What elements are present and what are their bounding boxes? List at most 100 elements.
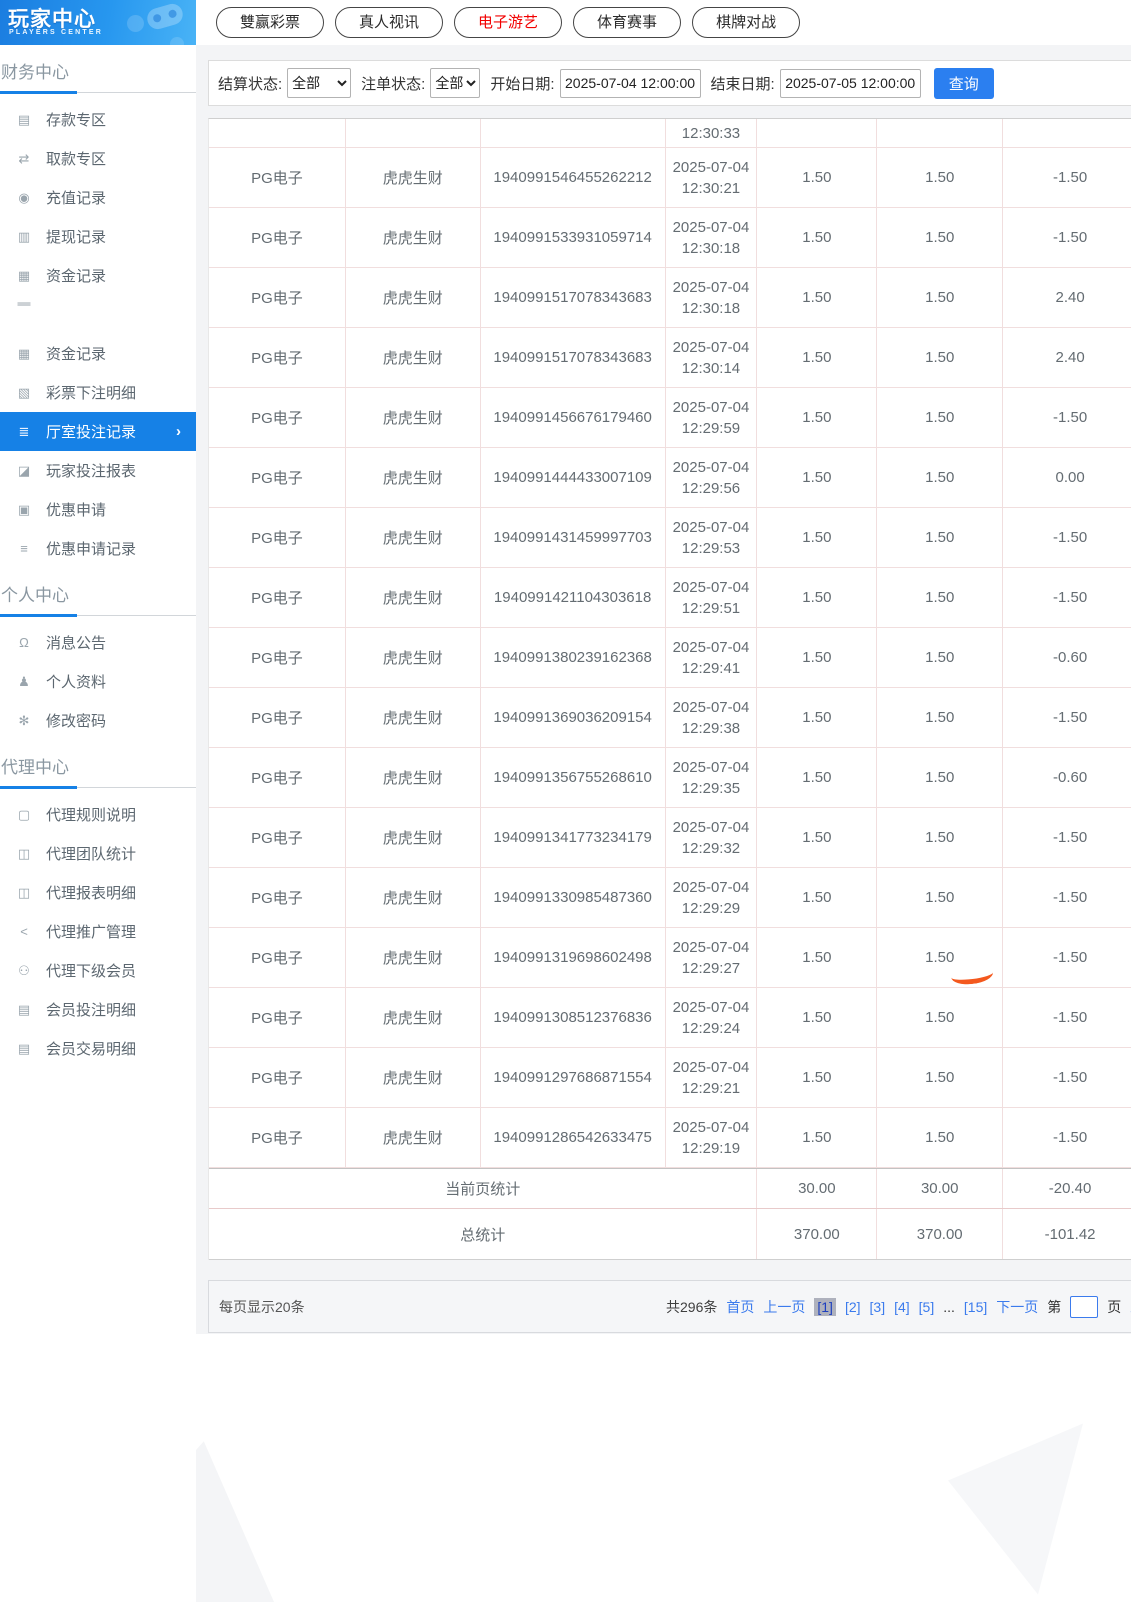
- cell-order-id: 1940991456676179460: [481, 388, 666, 447]
- cell-datetime: 2025-07-04 12:29:38: [666, 688, 758, 747]
- sidebar-item-withdraw-record[interactable]: ▥ 提现记录: [0, 217, 196, 256]
- prev-page-link[interactable]: 上一页: [763, 1297, 805, 1317]
- cell-order-id: 1940991319698602498: [481, 928, 666, 987]
- cell-valid-bet: [877, 119, 1003, 147]
- current-page-indicator[interactable]: [1]: [814, 1298, 836, 1316]
- order-status-label: 注单状态:: [361, 73, 425, 94]
- first-page-link[interactable]: 首页: [726, 1297, 754, 1317]
- cell-bet-amount: 1.50: [757, 268, 877, 327]
- sidebar-item-funds-record-2[interactable]: ▦ 资金记录: [0, 334, 196, 373]
- cell-date-line: 2025-07-04: [673, 517, 750, 538]
- sidebar-item-withdraw-zone[interactable]: ⇄ 取款专区: [0, 139, 196, 178]
- cell-datetime: 12:30:33: [666, 119, 758, 147]
- page-jump-input[interactable]: [1070, 1296, 1098, 1318]
- table-row: PG电子 虎虎生财 1940991330985487360 2025-07-04…: [209, 868, 1131, 928]
- sidebar-item-recharge-record[interactable]: ◉ 充值记录: [0, 178, 196, 217]
- cell-valid-bet: 1.50: [877, 148, 1003, 207]
- cell-date-line: 2025-07-04: [673, 397, 750, 418]
- cell-bet-amount: 1.50: [757, 808, 877, 867]
- page-links: [2] [3] [4] [5]: [845, 1299, 934, 1315]
- cell-provider: PG电子: [209, 208, 346, 267]
- settle-status-select[interactable]: 全部: [287, 68, 351, 98]
- sidebar-item-agent-sub-members[interactable]: ⚇ 代理下级会员: [0, 951, 196, 990]
- cell-valid-bet: 1.50: [877, 1048, 1003, 1107]
- sidebar-item-deposit-zone[interactable]: ▤ 存款专区: [0, 100, 196, 139]
- sidebar-item-member-trade-detail[interactable]: ▤ 会员交易明细: [0, 1029, 196, 1068]
- cell-provider: PG电子: [209, 388, 346, 447]
- cell-game: 虎虎生财: [346, 508, 481, 567]
- total-count-label: 共296条: [666, 1297, 717, 1317]
- next-page-link[interactable]: 下一页: [996, 1297, 1038, 1317]
- cell-provider: PG电子: [209, 748, 346, 807]
- cell-time-line: 12:29:56: [682, 478, 740, 499]
- share-icon: <: [15, 924, 33, 939]
- page-link-page-2[interactable]: [2]: [845, 1299, 861, 1315]
- page-link-page-3[interactable]: [3]: [870, 1299, 886, 1315]
- search-button[interactable]: 查询: [934, 68, 994, 99]
- cell-winloss: -1.50: [1003, 508, 1131, 567]
- table-row: PG电子 虎虎生财 1940991380239162368 2025-07-04…: [209, 628, 1131, 688]
- per-page-label: 每页显示20条: [219, 1297, 305, 1317]
- sidebar-item-personal-profile[interactable]: ♟ 个人资料: [0, 662, 196, 701]
- sidebar-item-promo-apply-record[interactable]: ≡ 优惠申请记录: [0, 529, 196, 568]
- cell-game: 虎虎生财: [346, 748, 481, 807]
- sidebar-item-label: 消息公告: [46, 632, 106, 653]
- sidebar-item-lottery-bet-detail[interactable]: ▧ 彩票下注明细: [0, 373, 196, 412]
- tab-electronic-games[interactable]: 电子游艺: [454, 7, 562, 38]
- page-link-page-4[interactable]: [4]: [894, 1299, 910, 1315]
- cell-order-id: 1940991286542633475: [481, 1108, 666, 1167]
- cell-provider: PG电子: [209, 148, 346, 207]
- cell-game: 虎虎生财: [346, 868, 481, 927]
- cell-bet-amount: 1.50: [757, 928, 877, 987]
- tab-label: 电子游艺: [478, 14, 538, 31]
- table-row: PG电子 虎虎生财 1940991444433007109 2025-07-04…: [209, 448, 1131, 508]
- cell-winloss: 0.00: [1003, 448, 1131, 507]
- start-date-label: 开始日期:: [490, 73, 554, 94]
- sidebar-item-player-bet-report[interactable]: ◪ 玩家投注报表: [0, 451, 196, 490]
- cell-order-id: 1940991330985487360: [481, 868, 666, 927]
- sidebar-item-partial-item[interactable]: ▬: [0, 295, 196, 307]
- tab-label: 真人视讯: [359, 14, 419, 31]
- cell-order-id: 1940991297686871554: [481, 1048, 666, 1107]
- cell-date-line: 2025-07-04: [673, 1057, 750, 1078]
- tab-sports-events[interactable]: 体育赛事: [573, 7, 681, 38]
- sidebar-item-agent-report-detail[interactable]: ◫ 代理报表明细: [0, 873, 196, 912]
- sidebar-item-label: 厅室投注记录: [46, 421, 136, 442]
- page-total-valid: 30.00: [877, 1169, 1003, 1208]
- sidebar-item-hall-bet-record[interactable]: ≣ 厅室投注记录 ›: [0, 412, 196, 451]
- tab-live-casino[interactable]: 真人视讯: [335, 7, 443, 38]
- sidebar-item-label: 代理规则说明: [46, 804, 136, 825]
- cell-time-line: 12:29:24: [682, 1018, 740, 1039]
- end-date-input[interactable]: [780, 69, 921, 98]
- cell-provider: PG电子: [209, 328, 346, 387]
- cell-bet-amount: 1.50: [757, 208, 877, 267]
- cell-provider: PG电子: [209, 1108, 346, 1167]
- page-link-page-5[interactable]: [5]: [919, 1299, 935, 1315]
- sidebar-agent-items: ▢ 代理规则说明 ◫ 代理团队统计 ◫ 代理报表明细 <: [0, 795, 196, 1068]
- last-page-link[interactable]: [15]: [964, 1299, 987, 1315]
- table-row: PG电子 虎虎生财 1940991456676179460 2025-07-04…: [209, 388, 1131, 448]
- cell-provider: PG电子: [209, 268, 346, 327]
- chart-doc-icon: ◪: [15, 463, 33, 479]
- cell-winloss: -1.50: [1003, 1048, 1131, 1107]
- sidebar-item-member-bet-detail[interactable]: ▤ 会员投注明细: [0, 990, 196, 1029]
- sidebar-item-change-password[interactable]: ✻ 修改密码: [0, 701, 196, 740]
- sidebar-item-agent-rules[interactable]: ▢ 代理规则说明: [0, 795, 196, 834]
- sidebar-item-label: 代理推广管理: [46, 921, 136, 942]
- sidebar-item-agent-team-stats[interactable]: ◫ 代理团队统计: [0, 834, 196, 873]
- grand-total-row: 总统计 370.00 370.00 -101.42: [209, 1209, 1131, 1260]
- cell-order-id: 1940991517078343683: [481, 268, 666, 327]
- sidebar-item-message-notice[interactable]: Ω 消息公告: [0, 623, 196, 662]
- sidebar-item-promo-apply[interactable]: ▣ 优惠申请: [0, 490, 196, 529]
- tab-board-games[interactable]: 棋牌对战: [692, 7, 800, 38]
- sidebar-item-funds-record[interactable]: ▦ 资金记录: [0, 256, 196, 295]
- cell-winloss: -1.50: [1003, 868, 1131, 927]
- sidebar-item-agent-promotion[interactable]: < 代理推广管理: [0, 912, 196, 951]
- start-date-input[interactable]: [560, 69, 701, 98]
- sidebar-item-label: 修改密码: [46, 710, 106, 731]
- cell-date-line: 2025-07-04: [673, 697, 750, 718]
- table-row-partial: 12:30:33: [209, 119, 1131, 148]
- order-status-select[interactable]: 全部: [430, 68, 480, 98]
- cell-game: [346, 119, 481, 147]
- tab-shuangying-lottery[interactable]: 雙赢彩票: [216, 7, 324, 38]
